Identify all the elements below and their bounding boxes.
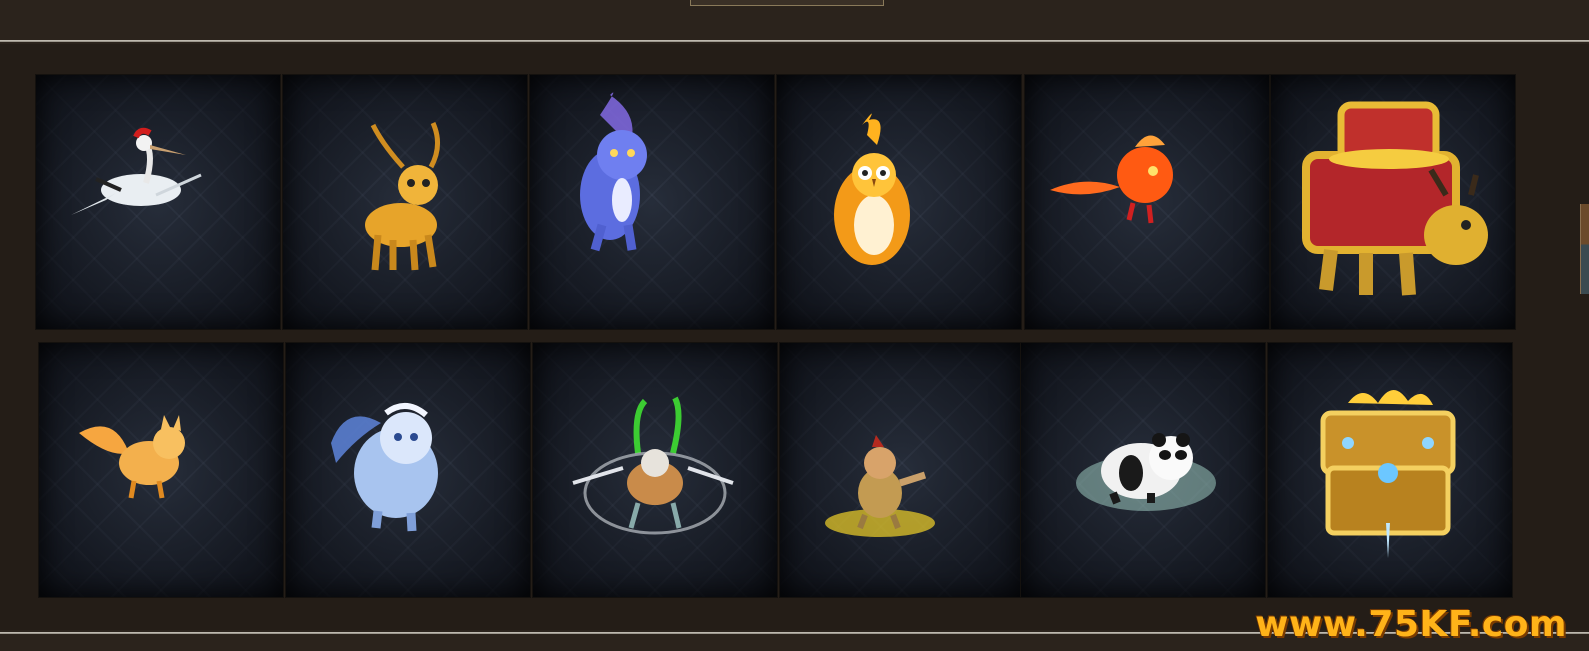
panda-pet-icon (1076, 433, 1216, 511)
pet-tile-golden-treasure-chest[interactable] (1267, 342, 1513, 598)
pet-tile-panda[interactable] (1020, 342, 1266, 598)
pet-tile-treasure-turtle[interactable] (1270, 74, 1516, 330)
right-side-tab[interactable] (1580, 204, 1589, 294)
golden-treasure-chest-icon (1320, 389, 1456, 558)
blue-flame-wolf-pet-icon (580, 92, 647, 252)
crane-pet-icon (71, 127, 202, 215)
pet-tile-crane[interactable] (35, 74, 281, 330)
pet-tile-fire-phoenix[interactable] (1024, 74, 1270, 330)
treasure-turtle-pet-icon (1302, 101, 1488, 296)
fire-owl-pet-icon (834, 113, 910, 265)
golden-deer-pet-icon (365, 121, 440, 271)
golden-fox-pet-icon (79, 415, 185, 499)
watermark-text: www.75KF.com (1255, 604, 1567, 645)
mantis-mount-pet-icon (572, 396, 734, 535)
fire-phoenix-pet-icon (1050, 135, 1173, 224)
ice-beast-pet-icon (331, 403, 438, 532)
top-divider (0, 40, 1589, 42)
pet-tile-golden-deer[interactable] (282, 74, 528, 330)
pet-tile-mantis-mount[interactable] (532, 342, 778, 598)
pet-gallery-panel (0, 44, 1589, 630)
pet-tile-monkey-warrior[interactable] (779, 342, 1025, 598)
top-tab[interactable] (690, 0, 884, 6)
monkey-warrior-pet-icon (825, 435, 935, 537)
pet-tile-fire-owl[interactable] (776, 74, 1022, 330)
pet-tile-ice-beast[interactable] (285, 342, 531, 598)
pet-tile-blue-flame-wolf[interactable] (529, 74, 775, 330)
pet-tile-golden-fox[interactable] (38, 342, 284, 598)
pet-gallery-page: www.75KF.com (0, 0, 1589, 651)
